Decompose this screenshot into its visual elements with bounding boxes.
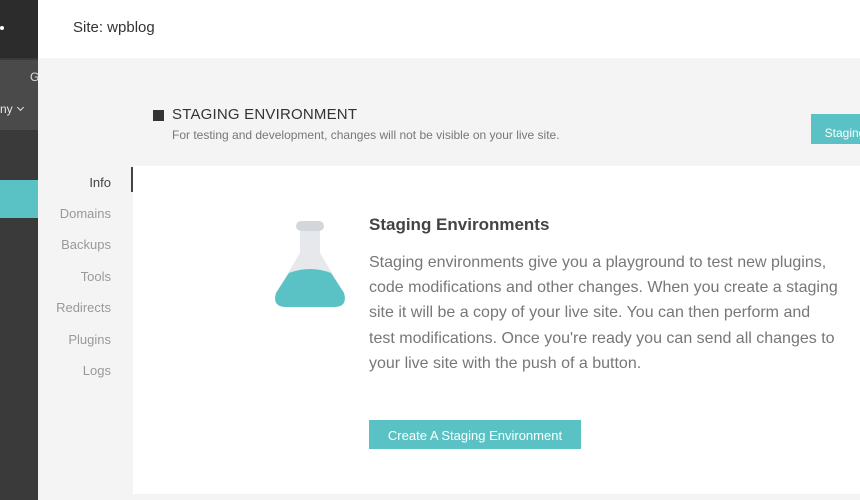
top-bar: Site: wpblog xyxy=(38,0,860,58)
section-square-icon xyxy=(153,110,164,121)
flask-icon xyxy=(275,221,345,307)
tab-redirects[interactable]: Redirects xyxy=(56,300,111,315)
rail-logo-area[interactable] xyxy=(0,0,38,58)
staging-button[interactable]: Staging xyxy=(811,114,860,144)
section-title: STAGING ENVIRONMENT xyxy=(172,106,358,123)
rail-active-item[interactable] xyxy=(0,180,38,218)
section-subtitle: For testing and development, changes wil… xyxy=(172,128,560,142)
card-title: Staging Environments xyxy=(369,215,550,234)
tab-info[interactable]: Info xyxy=(89,175,111,190)
account-switcher[interactable]: ny xyxy=(0,102,24,116)
chevron-down-icon xyxy=(16,103,24,112)
tab-backups[interactable]: Backups xyxy=(61,237,111,252)
tab-logs[interactable]: Logs xyxy=(83,363,111,378)
tab-tools[interactable]: Tools xyxy=(81,269,111,284)
logo-dot-icon xyxy=(0,26,4,30)
tab-domains[interactable]: Domains xyxy=(60,206,111,221)
tab-plugins[interactable]: Plugins xyxy=(68,332,111,347)
create-staging-button[interactable]: Create A Staging Environment xyxy=(369,420,581,449)
rail-glyph-icon[interactable]: G xyxy=(30,70,39,84)
card-description: Staging environments give you a playgrou… xyxy=(369,254,838,372)
account-label: ny xyxy=(0,102,13,116)
site-title: Site: wpblog xyxy=(73,19,155,36)
